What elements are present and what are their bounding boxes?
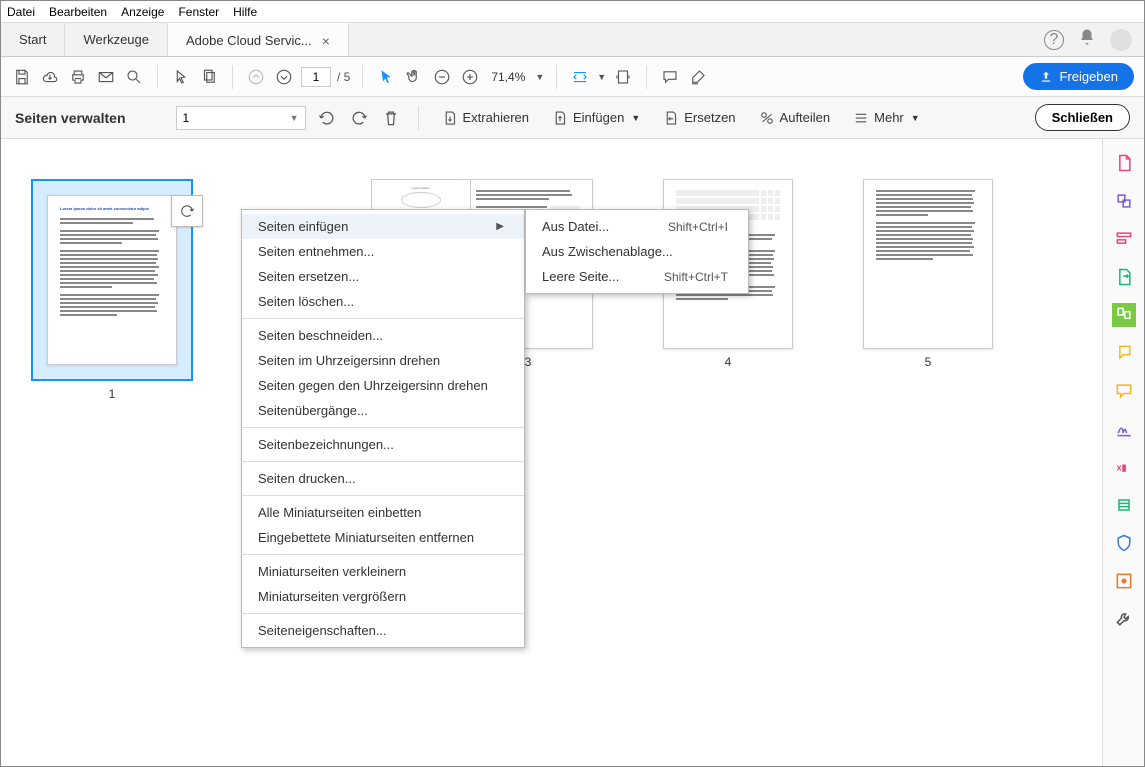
tab-document[interactable]: Adobe Cloud Servic... ×: [168, 23, 349, 56]
cm-embed-thumbs[interactable]: Alle Miniaturseiten einbetten: [242, 500, 524, 525]
context-submenu: Aus Datei...Shift+Ctrl+I Aus Zwischenabl…: [525, 209, 749, 294]
cm-replace-pages[interactable]: Seiten ersetzen...: [242, 264, 524, 289]
split-button[interactable]: Aufteilen: [752, 109, 837, 127]
menu-edit[interactable]: Bearbeiten: [49, 5, 107, 19]
cm-delete-pages[interactable]: Seiten löschen...: [242, 289, 524, 314]
zoom-out-icon[interactable]: [431, 66, 453, 88]
cm-print-pages[interactable]: Seiten drucken...: [242, 466, 524, 491]
thumbnail-grid: Lorem ipsum dolor sit amet consectetur a…: [1, 139, 1102, 766]
tab-start[interactable]: Start: [1, 23, 65, 56]
cm-rotate-ccw[interactable]: Seiten gegen den Uhrzeigersinn drehen: [242, 373, 524, 398]
create-pdf-icon[interactable]: [1112, 151, 1136, 175]
page-thumbs-icon[interactable]: [198, 66, 220, 88]
mail-icon[interactable]: [95, 66, 117, 88]
avatar[interactable]: [1110, 29, 1132, 51]
menu-view[interactable]: Anzeige: [121, 5, 164, 19]
combine-icon[interactable]: [1112, 189, 1136, 213]
cm-remove-thumbs[interactable]: Eingebettete Miniaturseiten entfernen: [242, 525, 524, 550]
pointer-icon[interactable]: [375, 66, 397, 88]
page-up-icon[interactable]: [245, 66, 267, 88]
thumb-label: 1: [109, 387, 116, 401]
optimize-icon[interactable]: [1112, 493, 1136, 517]
pan-icon[interactable]: [403, 66, 425, 88]
thumb-page-1[interactable]: Lorem ipsum dolor sit amet consectetur a…: [31, 179, 193, 401]
fit-page-icon[interactable]: [612, 66, 634, 88]
tabs-row: Start Werkzeuge Adobe Cloud Servic... × …: [1, 23, 1144, 57]
comment-icon[interactable]: [659, 66, 681, 88]
zoom-value[interactable]: 71,4%: [487, 70, 529, 84]
thumb-page-5[interactable]: 5: [863, 179, 993, 401]
share-button[interactable]: Freigeben: [1023, 63, 1134, 90]
cm-extract-pages[interactable]: Seiten entnehmen...: [242, 239, 524, 264]
menu-file[interactable]: Datei: [7, 5, 35, 19]
secondary-toolbar: Seiten verwalten 1▼ Extrahieren Einfügen…: [1, 97, 1144, 139]
cm-insert-pages[interactable]: Seiten einfügen▶: [242, 214, 524, 239]
sm-blank-page[interactable]: Leere Seite...Shift+Ctrl+T: [526, 264, 748, 289]
cm-page-properties[interactable]: Seiteneigenschaften...: [242, 618, 524, 643]
svg-text:x▮: x▮: [1116, 462, 1126, 472]
context-menu: Seiten einfügen▶ Seiten entnehmen... Sei…: [241, 209, 525, 648]
redact-icon[interactable]: x▮: [1112, 455, 1136, 479]
protect-icon[interactable]: [1112, 531, 1136, 555]
export-pdf-icon[interactable]: [1112, 265, 1136, 289]
cm-crop-pages[interactable]: Seiten beschneiden...: [242, 323, 524, 348]
more-tools-icon[interactable]: [1112, 569, 1136, 593]
sm-from-file[interactable]: Aus Datei...Shift+Ctrl+I: [526, 214, 748, 239]
rotate-right-icon[interactable]: [348, 107, 370, 129]
help-icon[interactable]: ?: [1044, 30, 1064, 50]
thumb-label: 5: [925, 355, 932, 369]
rotate-left-icon[interactable]: [316, 107, 338, 129]
menu-help[interactable]: Hilfe: [233, 5, 257, 19]
extract-button[interactable]: Extrahieren: [435, 109, 535, 127]
sign-icon[interactable]: [1112, 417, 1136, 441]
right-tools-panel: x▮: [1102, 139, 1144, 766]
thumb-label: 4: [725, 355, 732, 369]
replace-button[interactable]: Ersetzen: [656, 109, 741, 127]
sm-from-clipboard[interactable]: Aus Zwischenablage...: [526, 239, 748, 264]
rotate-thumb-icon[interactable]: [171, 195, 203, 227]
fit-width-icon[interactable]: [569, 66, 591, 88]
chevron-down-icon[interactable]: ▼: [597, 72, 606, 82]
wrench-icon[interactable]: [1112, 607, 1136, 631]
highlight-icon[interactable]: [687, 66, 709, 88]
page-title: Seiten verwalten: [15, 110, 126, 126]
close-button[interactable]: Schließen: [1035, 104, 1130, 131]
hand-select-icon[interactable]: [170, 66, 192, 88]
menu-window[interactable]: Fenster: [178, 5, 219, 19]
page-down-icon[interactable]: [273, 66, 295, 88]
more-button[interactable]: Mehr▼: [846, 109, 926, 127]
page-total-label: / 5: [337, 70, 350, 84]
save-icon[interactable]: [11, 66, 33, 88]
toolbar: / 5 71,4% ▼ ▼ Freigeben: [1, 57, 1144, 97]
delete-icon[interactable]: [380, 107, 402, 129]
content-area: Lorem ipsum dolor sit amet consectetur a…: [1, 139, 1144, 766]
cloud-icon[interactable]: [39, 66, 61, 88]
cm-transitions[interactable]: Seitenübergänge...: [242, 398, 524, 423]
cm-reduce-thumbs[interactable]: Miniaturseiten verkleinern: [242, 559, 524, 584]
comment-tool-icon[interactable]: [1112, 341, 1136, 365]
print-icon[interactable]: [67, 66, 89, 88]
chevron-down-icon[interactable]: ▼: [535, 72, 544, 82]
cm-page-labels[interactable]: Seitenbezeichnungen...: [242, 432, 524, 457]
fill-sign-icon[interactable]: [1112, 379, 1136, 403]
menubar: Datei Bearbeiten Anzeige Fenster Hilfe: [1, 1, 1144, 23]
organize-pages-icon[interactable]: [1112, 303, 1136, 327]
zoom-in-icon[interactable]: [459, 66, 481, 88]
insert-button[interactable]: Einfügen▼: [545, 109, 646, 127]
cm-rotate-cw[interactable]: Seiten im Uhrzeigersinn drehen: [242, 348, 524, 373]
bell-icon[interactable]: [1078, 28, 1096, 51]
search-icon[interactable]: [123, 66, 145, 88]
thumb-label: 3: [525, 355, 532, 369]
cm-enlarge-thumbs[interactable]: Miniaturseiten vergrößern: [242, 584, 524, 609]
page-select[interactable]: 1▼: [176, 106, 306, 130]
edit-pdf-icon[interactable]: [1112, 227, 1136, 251]
page-number-input[interactable]: [301, 67, 331, 87]
tab-tools[interactable]: Werkzeuge: [65, 23, 168, 56]
close-icon[interactable]: ×: [322, 33, 330, 49]
